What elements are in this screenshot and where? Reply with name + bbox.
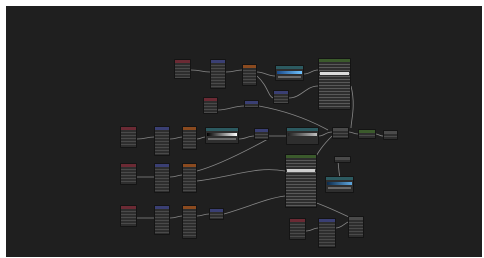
color-ramp-preview[interactable]	[288, 133, 317, 136]
link	[256, 75, 274, 99]
link	[305, 227, 319, 232]
link	[196, 169, 286, 182]
node-mapping-2[interactable]	[154, 126, 170, 156]
node-mapping-3[interactable]	[154, 163, 170, 193]
base-color-swatch[interactable]	[287, 169, 315, 172]
node-field[interactable]	[278, 76, 301, 78]
node-field[interactable]	[328, 187, 351, 189]
node-texture-3[interactable]	[182, 163, 197, 193]
node-math-2[interactable]	[244, 100, 259, 108]
node-colorramp-2[interactable]	[205, 127, 239, 144]
node-input-2[interactable]	[203, 97, 218, 114]
node-editor-canvas[interactable]	[6, 6, 482, 257]
color-ramp-preview[interactable]	[327, 182, 352, 185]
node-mapping-5[interactable]	[318, 218, 336, 248]
node-mix-1[interactable]	[286, 127, 319, 145]
node-texture-4[interactable]	[182, 205, 197, 239]
node-field[interactable]	[208, 138, 236, 140]
link	[310, 200, 352, 219]
link	[225, 69, 243, 73]
node-input-4[interactable]	[120, 163, 137, 185]
node-principled-bsdf-2[interactable]	[285, 154, 317, 208]
node-math-4[interactable]	[209, 208, 224, 220]
link	[223, 195, 286, 215]
link	[238, 135, 255, 140]
link	[375, 133, 384, 137]
node-header	[287, 128, 318, 131]
link	[169, 215, 183, 219]
link	[169, 174, 183, 178]
link	[196, 213, 210, 217]
node-material-output[interactable]	[383, 130, 398, 140]
node-input-6[interactable]	[289, 218, 306, 240]
color-ramp-preview[interactable]	[207, 133, 237, 136]
node-principled-bsdf[interactable]	[318, 58, 351, 110]
node-mapping-4[interactable]	[154, 205, 170, 235]
link	[350, 85, 354, 129]
node-input-5[interactable]	[120, 205, 137, 227]
link	[169, 136, 183, 140]
node-mix-shader[interactable]	[332, 127, 349, 139]
node-mapping-1[interactable]	[210, 59, 226, 89]
node-input-1[interactable]	[174, 59, 191, 79]
node-input-3[interactable]	[120, 126, 137, 148]
node-math-1[interactable]	[273, 90, 289, 104]
node-header	[326, 177, 353, 180]
link	[136, 136, 155, 140]
node-math-3[interactable]	[254, 128, 269, 140]
node-header	[206, 128, 238, 131]
link	[217, 105, 245, 111]
link	[288, 85, 319, 99]
node-output-2[interactable]	[348, 216, 364, 238]
node-header	[276, 66, 303, 69]
node-texture-1[interactable]	[242, 64, 257, 86]
link	[190, 69, 211, 73]
node-links	[136, 69, 384, 232]
link	[256, 71, 276, 77]
node-colorramp-1[interactable]	[275, 65, 304, 81]
color-ramp-preview[interactable]	[277, 71, 302, 74]
link	[196, 136, 206, 140]
node-small-1[interactable]	[334, 156, 351, 163]
link	[335, 221, 349, 229]
link	[318, 131, 333, 137]
link	[348, 131, 359, 135]
node-colorramp-3[interactable]	[325, 176, 354, 193]
node-texture-2[interactable]	[182, 126, 197, 150]
link	[303, 69, 319, 75]
base-color-swatch[interactable]	[320, 72, 349, 75]
node-shader-2[interactable]	[358, 129, 376, 139]
